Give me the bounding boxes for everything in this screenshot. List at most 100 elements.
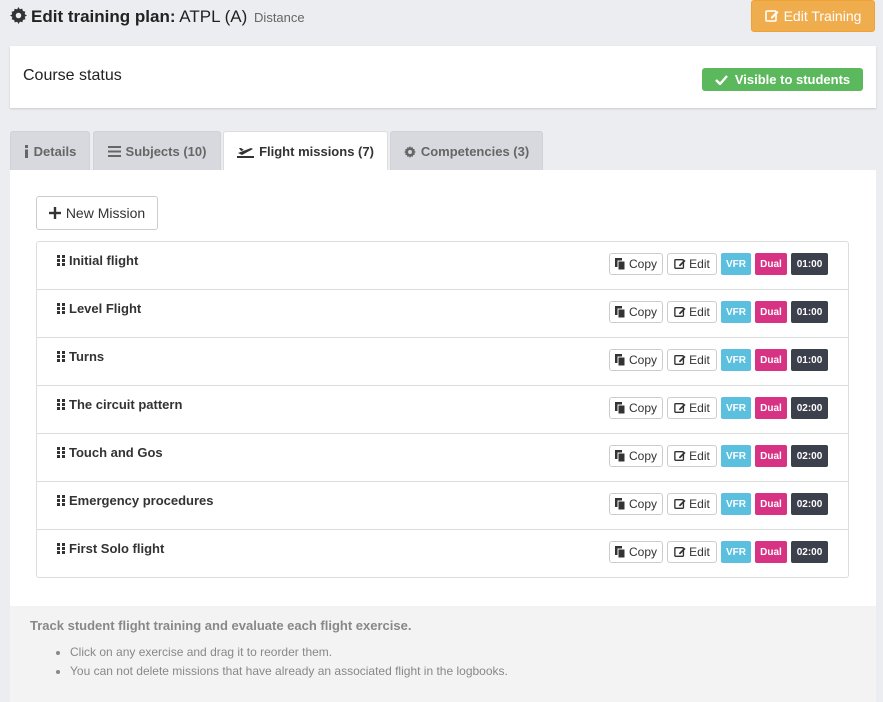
edit-icon [674,402,686,414]
copy-button[interactable]: Copy [609,445,663,467]
mission-name: Emergency procedures [57,493,214,508]
duration-badge: 02:00 [791,541,828,563]
tab-competencies[interactable]: Competencies (3) [390,131,543,171]
edit-label: Edit [689,497,710,511]
mission-name-label: Emergency procedures [69,493,214,508]
flight-missions-panel: New Mission Initial flight Copy Edit VFR… [10,170,876,606]
flight-rule-badge: VFR [721,349,751,371]
gear-icon [10,7,27,24]
copy-button[interactable]: Copy [609,253,663,275]
edit-label: Edit [689,257,710,271]
edit-button[interactable]: Edit [667,493,717,515]
copy-label: Copy [628,545,657,559]
mission-name-label: The circuit pattern [69,397,183,412]
mission-name: Initial flight [57,253,138,268]
edit-button[interactable]: Edit [667,301,717,323]
edit-label: Edit [689,545,710,559]
mission-name: Turns [57,349,104,364]
copy-icon [614,450,626,462]
tab-details[interactable]: Details [10,131,90,171]
visibility-badge[interactable]: Visible to students [702,68,863,91]
edit-icon [764,9,779,23]
help-item: Click on any exercise and drag it to reo… [70,643,508,662]
flight-rule-badge: VFR [721,301,751,323]
mission-list: Initial flight Copy Edit VFR Dual 01:00 … [36,241,849,578]
copy-button[interactable]: Copy [609,301,663,323]
flight-type-badge: Dual [755,253,787,275]
flight-type-badge: Dual [755,349,787,371]
copy-button[interactable]: Copy [609,397,663,419]
flight-rule-badge: VFR [721,253,751,275]
edit-button[interactable]: Edit [667,349,717,371]
visibility-label: Visible to students [734,72,851,87]
flight-type-badge: Dual [755,493,787,515]
mission-row[interactable]: Turns Copy Edit VFR Dual 01:00 [37,338,848,386]
flight-type-badge: Dual [755,397,787,419]
edit-button[interactable]: Edit [667,253,717,275]
copy-label: Copy [628,305,657,319]
tab-flight-missions[interactable]: Flight missions (7) [223,131,388,171]
drag-handle-icon[interactable] [57,255,65,266]
duration-badge: 01:00 [791,349,828,371]
tab-competencies-label: Competencies (3) [420,144,530,159]
edit-button[interactable]: Edit [667,397,717,419]
edit-button[interactable]: Edit [667,445,717,467]
edit-icon [674,546,686,558]
page-header: Edit training plan: ATPL (A) Distance Ed… [10,0,876,34]
new-mission-label: New Mission [65,205,146,221]
mission-name: Touch and Gos [57,445,163,460]
edit-label: Edit [689,449,710,463]
page-title: Edit training plan: ATPL (A) Distance [10,7,305,27]
copy-label: Copy [628,257,657,271]
tab-subjects[interactable]: Subjects (10) [93,131,221,171]
mission-name-label: Turns [69,349,105,364]
edit-label: Edit [689,401,710,415]
plane-icon [237,145,255,158]
copy-button[interactable]: Copy [609,349,663,371]
info-icon [24,145,29,158]
drag-handle-icon[interactable] [57,303,65,314]
new-mission-button[interactable]: New Mission [36,196,158,230]
mission-row[interactable]: Touch and Gos Copy Edit VFR Dual 02:00 [37,434,848,482]
copy-icon [614,498,626,510]
edit-icon [674,450,686,462]
copy-label: Copy [628,401,657,415]
flight-type-badge: Dual [755,541,787,563]
mission-name-label: Level Flight [69,301,142,316]
edit-training-button[interactable]: Edit Training [751,0,875,32]
drag-handle-icon[interactable] [57,351,65,362]
drag-handle-icon[interactable] [57,495,65,506]
mission-row[interactable]: Initial flight Copy Edit VFR Dual 01:00 [37,242,848,290]
mission-name: First Solo flight [57,541,164,556]
copy-label: Copy [628,449,657,463]
copy-label: Copy [628,353,657,367]
drag-handle-icon[interactable] [57,447,65,458]
flight-type-badge: Dual [755,445,787,467]
mission-name: Level Flight [57,301,141,316]
edit-icon [674,258,686,270]
tab-subjects-label: Subjects (10) [125,144,207,159]
title-sub: Distance [254,10,305,25]
edit-button[interactable]: Edit [667,541,717,563]
copy-button[interactable]: Copy [609,493,663,515]
mission-row[interactable]: The circuit pattern Copy Edit VFR Dual 0… [37,386,848,434]
edit-label: Edit [689,305,710,319]
duration-badge: 02:00 [791,445,828,467]
mission-name-label: Initial flight [69,253,139,268]
flight-rule-badge: VFR [721,397,751,419]
copy-icon [614,354,626,366]
duration-badge: 02:00 [791,493,828,515]
copy-button[interactable]: Copy [609,541,663,563]
help-title: Track student flight training and evalua… [30,618,412,633]
drag-handle-icon[interactable] [57,543,65,554]
mission-row[interactable]: Level Flight Copy Edit VFR Dual 01:00 [37,290,848,338]
plus-icon [48,207,61,219]
mission-name: The circuit pattern [57,397,182,412]
copy-icon [614,258,626,270]
flight-rule-badge: VFR [721,541,751,563]
mission-row[interactable]: Emergency procedures Copy Edit VFR Dual … [37,482,848,530]
copy-icon [614,546,626,558]
drag-handle-icon[interactable] [57,399,65,410]
mission-row[interactable]: First Solo flight Copy Edit VFR Dual 02:… [37,530,848,578]
mission-name-label: First Solo flight [69,541,165,556]
